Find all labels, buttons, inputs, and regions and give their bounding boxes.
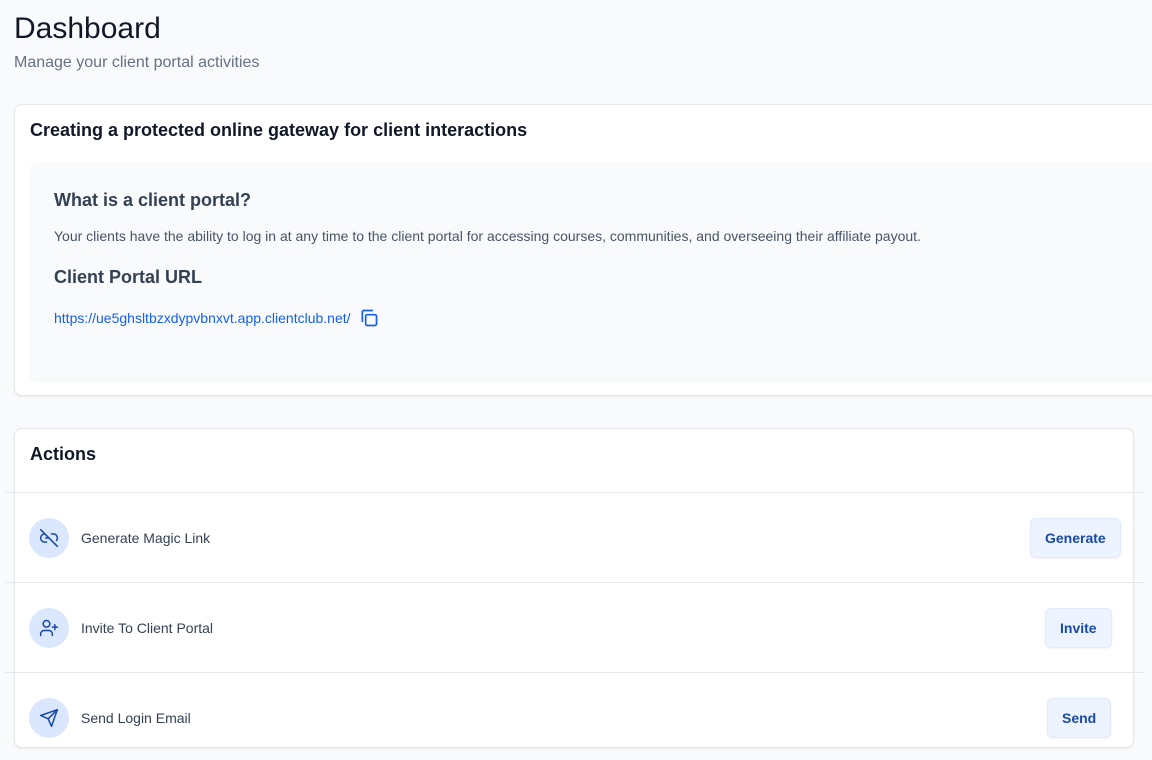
action-label: Generate Magic Link [81, 530, 211, 546]
action-row-send-login-email: Send Login Email Send [15, 673, 1133, 760]
action-label: Invite To Client Portal [81, 620, 214, 636]
action-label: Send Login Email [81, 710, 191, 726]
actions-title: Actions [30, 444, 97, 464]
info-panel: What is a client portal? Your clients ha… [29, 163, 1152, 383]
user-plus-icon [29, 608, 69, 648]
dashboard-page: Dashboard Manage your client portal acti… [0, 0, 1152, 760]
client-portal-info-card: Creating a protected online gateway for … [14, 104, 1152, 396]
client-portal-url-title: Client Portal URL [54, 267, 203, 287]
invite-button[interactable]: Invite [1045, 608, 1112, 648]
client-portal-description: Your clients have the ability to log in … [54, 228, 921, 244]
page-title: Dashboard [14, 12, 161, 45]
client-portal-question: What is a client portal? [54, 190, 252, 210]
page-subtitle: Manage your client portal activities [14, 54, 260, 71]
link-broken-icon [29, 518, 69, 558]
portal-url-row: https://ue5ghsltbzxdypvbnxvt.app.clientc… [54, 307, 380, 329]
send-icon [29, 698, 69, 738]
page-header: Dashboard Manage your client portal acti… [14, 12, 259, 72]
action-row-invite-to-client-portal: Invite To Client Portal Invite [15, 583, 1133, 673]
copy-icon[interactable] [358, 307, 380, 329]
portal-url-link[interactable]: https://ue5ghsltbzxdypvbnxvt.app.clientc… [54, 310, 351, 326]
actions-card: Actions Generate Magic Link Generate Inv… [5, 428, 1145, 748]
generate-button[interactable]: Generate [1030, 518, 1121, 558]
info-card-title: Creating a protected online gateway for … [30, 120, 528, 140]
action-row-generate-magic-link: Generate Magic Link Generate [15, 493, 1133, 583]
send-button[interactable]: Send [1047, 698, 1112, 738]
